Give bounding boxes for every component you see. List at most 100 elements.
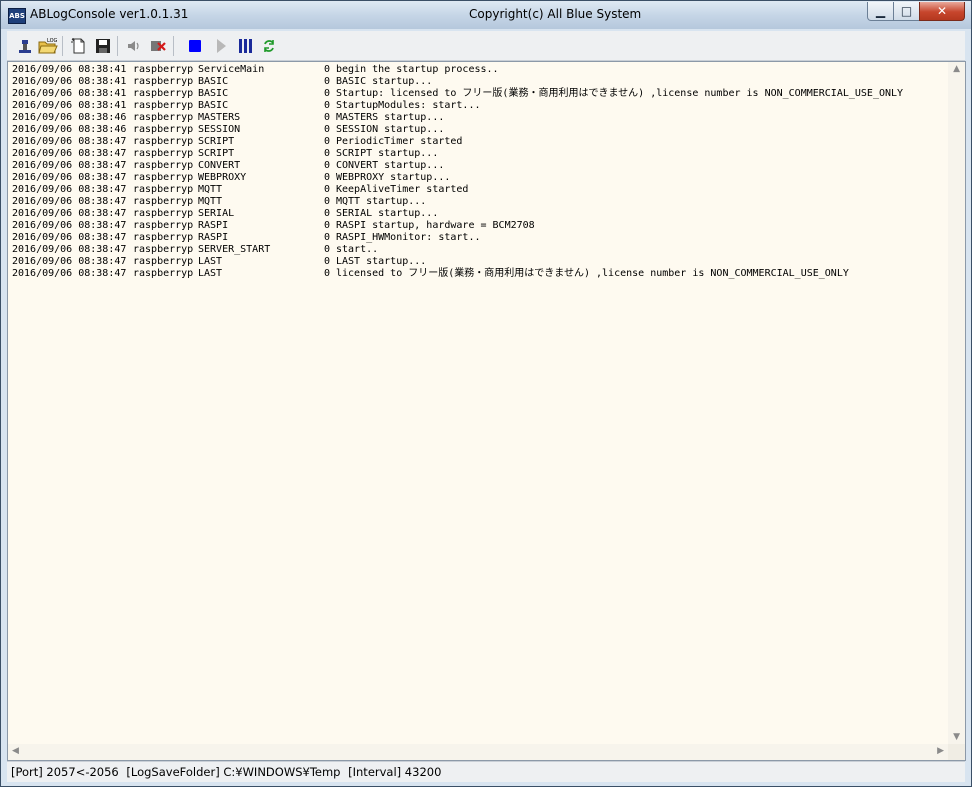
log-line: 2016/09/06 08:38:46 raspberryp SESSION 0 SES… xyxy=(12,124,945,136)
log-host: raspberryp xyxy=(133,160,194,171)
close-button[interactable]: ✕ xyxy=(919,2,965,21)
stop-icon xyxy=(189,40,201,52)
log-message: RASPI startup, hardware = BCM2708 xyxy=(336,220,535,231)
log-message: LAST startup... xyxy=(336,256,427,267)
log-host: raspberryp xyxy=(133,208,194,219)
log-message: begin the startup process.. xyxy=(336,64,499,75)
log-message: KeepAliveTimer started xyxy=(336,184,469,195)
window-title: ABLogConsole ver1.0.1.31 xyxy=(30,7,189,21)
log-level: 0 xyxy=(324,196,331,207)
log-line: 2016/09/06 08:38:47 raspberryp RASPI 0 RASPI… xyxy=(12,232,945,244)
pause-button[interactable] xyxy=(235,36,255,56)
log-date: 2016/09/06 08:38:41 xyxy=(12,88,127,99)
app-icon[interactable]: ABS xyxy=(8,8,26,24)
status-log-save-folder: [LogSaveFolder] C:¥WINDOWS¥Temp xyxy=(126,765,341,779)
log-module: BASIC xyxy=(198,88,229,99)
log-level: 0 xyxy=(324,76,331,87)
log-line: 2016/09/06 08:38:47 raspberryp MQTT 0 MQTT s… xyxy=(12,196,945,208)
scroll-left-icon[interactable]: ◀ xyxy=(12,746,19,756)
log-message: BASIC startup... xyxy=(336,76,433,87)
log-date: 2016/09/06 08:38:41 xyxy=(12,76,127,87)
log-level: 0 xyxy=(324,112,331,123)
log-date: 2016/09/06 08:38:47 xyxy=(12,160,127,171)
log-level: 0 xyxy=(324,232,331,243)
log-level: 0 xyxy=(324,136,331,147)
log-host: raspberryp xyxy=(133,244,194,255)
pause-icon xyxy=(239,39,252,53)
log-message: SESSION startup... xyxy=(336,124,445,135)
log-host: raspberryp xyxy=(133,256,194,267)
log-level: 0 xyxy=(324,256,331,267)
log-module: SERIAL xyxy=(198,208,235,219)
log-message: PeriodicTimer started xyxy=(336,136,463,147)
log-module: SCRIPT xyxy=(198,136,235,147)
log-line: 2016/09/06 08:38:41 raspberryp ServiceMain… xyxy=(12,64,945,76)
stop-button[interactable] xyxy=(185,36,205,56)
log-date: 2016/09/06 08:38:47 xyxy=(12,184,127,195)
log-message: MQTT startup... xyxy=(336,196,427,207)
title-bar[interactable]: ABS ABLogConsole ver1.0.1.31 Copyright(c… xyxy=(1,1,971,29)
log-message: SCRIPT startup... xyxy=(336,148,439,159)
log-module: MQTT xyxy=(198,196,223,207)
save-button[interactable] xyxy=(93,36,113,56)
log-host: raspberryp xyxy=(133,100,194,111)
maximize-button[interactable]: □ xyxy=(893,2,920,21)
log-line: 2016/09/06 08:38:46 raspberryp MASTERS 0 MAS… xyxy=(12,112,945,124)
open-log-folder-button[interactable]: LOG xyxy=(38,36,58,56)
log-module: WEBPROXY xyxy=(198,172,247,183)
log-module: MASTERS xyxy=(198,112,241,123)
speaker-icon xyxy=(128,41,139,51)
log-badge: LOG xyxy=(47,38,58,44)
log-line: 2016/09/06 08:38:47 raspberryp SERIAL 0 SERI… xyxy=(12,208,945,220)
scroll-up-icon[interactable]: ▲ xyxy=(953,64,960,74)
log-line: 2016/09/06 08:38:47 raspberryp WEBPROXY 0 WE… xyxy=(12,172,945,184)
log-line: 2016/09/06 08:38:47 raspberryp LAST 0 LAST s… xyxy=(12,256,945,268)
log-line: 2016/09/06 08:38:47 raspberryp SCRIPT 0 SCRI… xyxy=(12,148,945,160)
log-host: raspberryp xyxy=(133,112,194,123)
horizontal-scrollbar[interactable]: ◀ ▶ xyxy=(8,744,948,760)
open-log-folder-icon: LOG xyxy=(38,38,58,54)
toolbar-separator xyxy=(117,36,118,56)
clear-icon xyxy=(151,41,166,51)
play-icon xyxy=(217,39,226,53)
log-view[interactable]: 2016/09/06 08:38:41 raspberryp ServiceMain… xyxy=(7,61,966,761)
log-host: raspberryp xyxy=(133,268,194,279)
log-date: 2016/09/06 08:38:47 xyxy=(12,196,127,207)
log-date: 2016/09/06 08:38:47 xyxy=(12,256,127,267)
connect-button[interactable] xyxy=(15,36,35,56)
log-level: 0 xyxy=(324,64,331,75)
scrollbar-corner xyxy=(948,744,965,760)
status-bar: [Port] 2057<-2056 [LogSaveFolder] C:¥WIN… xyxy=(7,761,965,782)
log-level: 0 xyxy=(324,220,331,231)
log-line: 2016/09/06 08:38:41 raspberryp BASIC 0 Start… xyxy=(12,88,945,100)
log-module: SESSION xyxy=(198,124,241,135)
minimize-button[interactable]: ▁ xyxy=(867,2,894,21)
play-button[interactable] xyxy=(211,36,231,56)
log-host: raspberryp xyxy=(133,76,194,87)
refresh-button[interactable] xyxy=(259,36,279,56)
log-host: raspberryp xyxy=(133,124,194,135)
speaker-button[interactable] xyxy=(124,36,144,56)
new-document-button[interactable] xyxy=(69,36,89,56)
clear-button[interactable] xyxy=(148,36,168,56)
log-level: 0 xyxy=(324,124,331,135)
vertical-scrollbar[interactable]: ▲ ▼ xyxy=(948,62,965,744)
scroll-down-icon[interactable]: ▼ xyxy=(953,732,960,742)
log-date: 2016/09/06 08:38:47 xyxy=(12,244,127,255)
log-module: BASIC xyxy=(198,76,229,87)
log-message: SERIAL startup... xyxy=(336,208,439,219)
status-port: [Port] 2057<-2056 xyxy=(11,765,119,779)
log-host: raspberryp xyxy=(133,148,194,159)
log-message: start.. xyxy=(336,244,379,255)
log-host: raspberryp xyxy=(133,184,194,195)
log-line: 2016/09/06 08:38:47 raspberryp SERVER_STAR… xyxy=(12,244,945,256)
log-text[interactable]: 2016/09/06 08:38:41 raspberryp ServiceMain… xyxy=(12,64,945,744)
connect-icon xyxy=(19,40,31,53)
log-date: 2016/09/06 08:38:41 xyxy=(12,100,127,111)
log-module: SCRIPT xyxy=(198,148,235,159)
log-date: 2016/09/06 08:38:47 xyxy=(12,268,127,279)
refresh-icon xyxy=(264,40,274,52)
scroll-right-icon[interactable]: ▶ xyxy=(937,746,944,756)
log-line: 2016/09/06 08:38:41 raspberryp BASIC 0 Start… xyxy=(12,100,945,112)
log-level: 0 xyxy=(324,160,331,171)
